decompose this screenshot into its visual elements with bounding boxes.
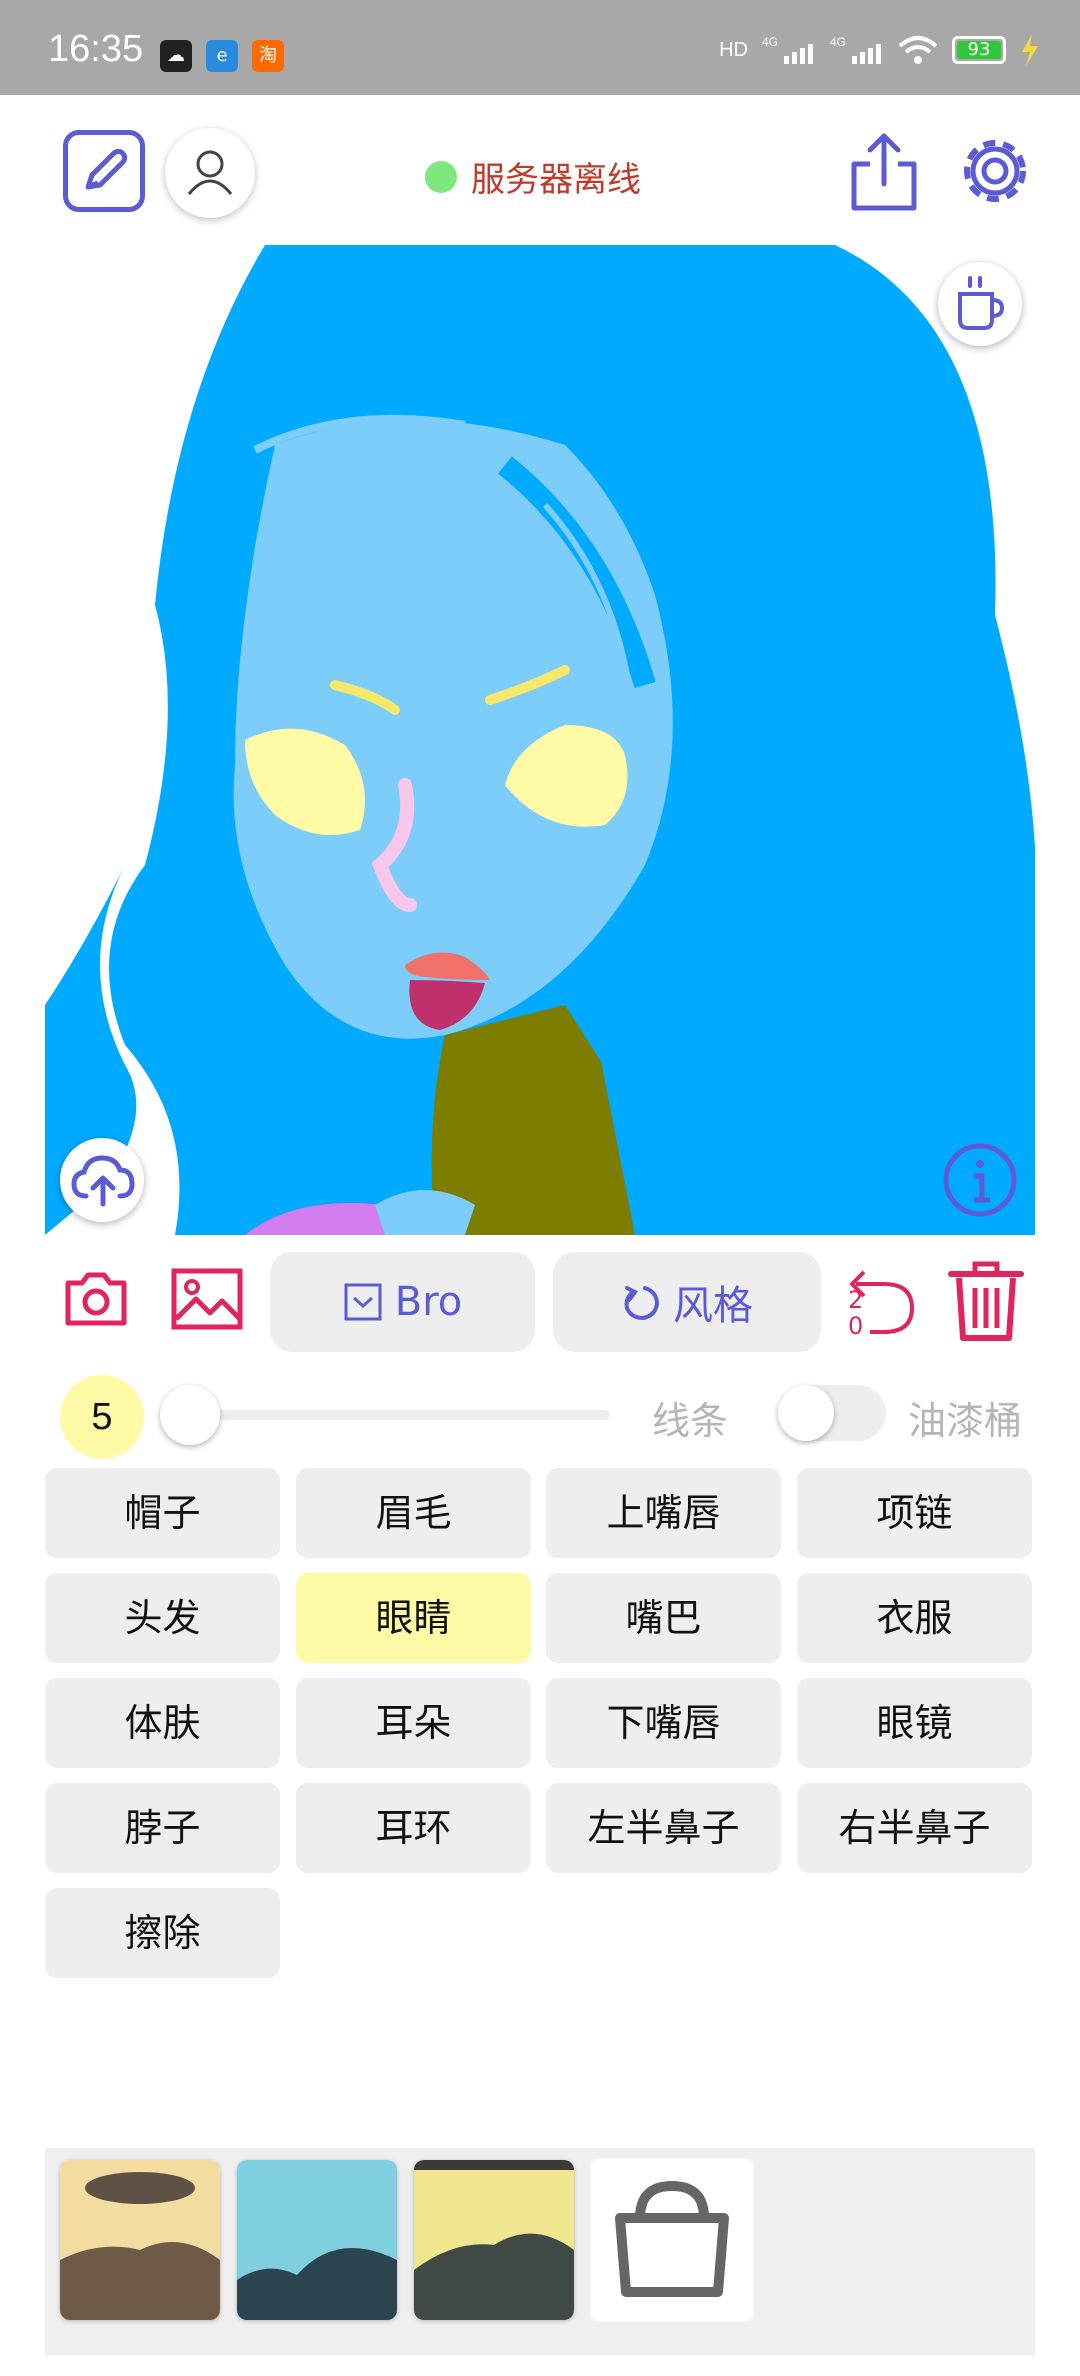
server-status-text: 服务器离线	[471, 160, 641, 200]
style-thumb-3[interactable]	[414, 2160, 574, 2320]
brush-size-slider[interactable]	[190, 1410, 610, 1420]
part-button[interactable]: 耳朵	[296, 1678, 531, 1768]
cloud-upload-button[interactable]	[60, 1138, 144, 1222]
part-button[interactable]: 脖子	[45, 1783, 280, 1873]
gear-icon	[964, 140, 1026, 202]
brush-select-label: Bro	[394, 1279, 463, 1325]
clear-button[interactable]	[945, 1258, 1027, 1346]
undo-button[interactable]: 2 0	[840, 1262, 920, 1342]
coffee-button[interactable]	[938, 262, 1022, 346]
paint-bucket-label: 油漆桶	[908, 1399, 1023, 1443]
refresh-icon	[624, 1286, 660, 1321]
part-button[interactable]: 上嘴唇	[546, 1468, 781, 1558]
status-indicators: HD 4G 4G 93	[719, 30, 1040, 70]
battery-icon: 93	[952, 36, 1006, 64]
drawing-canvas[interactable]	[45, 245, 1035, 1235]
part-button[interactable]: 眼镜	[797, 1678, 1032, 1768]
svg-text:4G: 4G	[762, 35, 778, 49]
share-icon	[851, 133, 917, 211]
server-status-dot	[425, 160, 457, 193]
checkbox-icon	[344, 1283, 382, 1321]
part-button[interactable]: 衣服	[797, 1573, 1032, 1663]
part-button[interactable]: 擦除	[45, 1888, 280, 1978]
camera-icon	[65, 1272, 127, 1326]
part-button[interactable]: 帽子	[45, 1468, 280, 1558]
style-store-button[interactable]	[590, 2158, 754, 2322]
part-button[interactable]: 眼睛	[296, 1573, 531, 1663]
pencil-icon	[85, 148, 128, 190]
hd-indicator: HD	[719, 38, 748, 61]
part-button[interactable]: 右半鼻子	[797, 1783, 1032, 1873]
status-time: 16:35	[48, 28, 144, 70]
style-label: 风格	[673, 1283, 753, 1329]
user-profile-button[interactable]	[165, 128, 255, 218]
cellular-1-icon: 4G	[762, 35, 813, 64]
style-button[interactable]: 风格	[553, 1252, 821, 1352]
share-button[interactable]	[840, 128, 928, 216]
style-thumb-1[interactable]	[60, 2160, 220, 2320]
cloud-upload-icon	[71, 1155, 135, 1207]
drawing-mode-button[interactable]	[63, 130, 145, 212]
gallery-button[interactable]	[170, 1265, 244, 1337]
style-preview-1	[60, 2160, 220, 2320]
style-thumb-2[interactable]	[237, 2160, 397, 2320]
image-icon	[171, 1268, 243, 1330]
charging-icon	[1022, 34, 1038, 66]
cloud-app-icon: ☁	[160, 40, 192, 72]
toggle-knob	[778, 1385, 834, 1441]
part-button[interactable]: 体肤	[45, 1678, 280, 1768]
style-preview-3	[414, 2160, 574, 2320]
shopping-bag-icon	[615, 2180, 729, 2297]
info-icon	[943, 1143, 1017, 1217]
part-button[interactable]: 耳环	[296, 1783, 531, 1873]
trash-icon	[948, 1261, 1024, 1341]
style-preview-2	[237, 2160, 397, 2320]
svg-text:4G: 4G	[830, 35, 846, 49]
wifi-icon	[898, 36, 938, 64]
info-button[interactable]	[940, 1140, 1020, 1220]
status-bar: 16:35 ☁ e 淘 HD 4G 4G 93	[0, 0, 1080, 95]
part-button[interactable]: 嘴巴	[546, 1573, 781, 1663]
part-button[interactable]: 项链	[797, 1468, 1032, 1558]
undo-count-top: 2	[848, 1286, 864, 1314]
part-button[interactable]: 下嘴唇	[546, 1678, 781, 1768]
taobao-app-icon: 淘	[252, 40, 284, 72]
brush-size-indicator: 5	[60, 1375, 144, 1459]
brush-size-slider-thumb[interactable]	[160, 1385, 220, 1445]
coffee-cup-icon	[958, 276, 1005, 330]
camera-button[interactable]	[62, 1265, 130, 1337]
browser-app-icon: e	[206, 40, 238, 72]
portrait-drawing	[45, 245, 1035, 1235]
paint-bucket-toggle[interactable]	[778, 1385, 886, 1441]
part-button[interactable]: 左半鼻子	[546, 1783, 781, 1873]
user-icon	[187, 150, 233, 195]
undo-count-bottom: 0	[848, 1312, 864, 1340]
brush-select-button[interactable]: Bro	[270, 1252, 535, 1352]
cellular-2-icon: 4G	[830, 35, 881, 64]
part-button[interactable]: 眉毛	[296, 1468, 531, 1558]
line-mode-label: 线条	[652, 1399, 729, 1443]
part-button[interactable]: 头发	[45, 1573, 280, 1663]
settings-button[interactable]	[950, 126, 1040, 216]
server-status: 服务器离线	[425, 152, 641, 201]
